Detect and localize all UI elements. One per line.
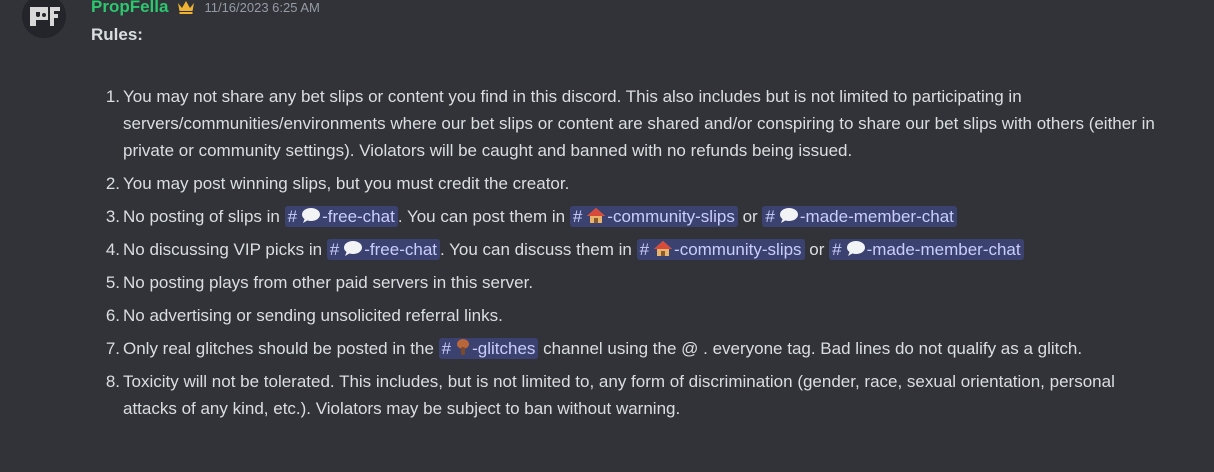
speech-bubble-icon xyxy=(846,241,865,256)
rule-text: channel using the @ . everyone tag. Bad … xyxy=(538,339,1083,358)
rule-text: or xyxy=(809,240,825,259)
rule-text: . You can discuss them in xyxy=(440,240,637,259)
channel-name: -made-member-chat xyxy=(799,207,954,226)
hash-icon: # xyxy=(832,240,842,259)
rules-heading: Rules: xyxy=(91,25,143,44)
rule-text: Toxicity will not be tolerated. This inc… xyxy=(123,372,1115,418)
house-icon xyxy=(654,241,673,256)
timestamp[interactable]: 11/16/2023 6:25 AM xyxy=(204,0,319,15)
rules-list: 1. You may not share any bet slips or co… xyxy=(106,83,1163,428)
rule-text: or xyxy=(742,207,758,226)
channel-mention-community-slips[interactable]: # -community-slips xyxy=(636,239,805,260)
message-header: PropFella 11/16/2023 6:25 AM xyxy=(91,0,320,19)
channel-name: -made-member-chat xyxy=(866,240,1021,259)
list-item: 1. You may not share any bet slips or co… xyxy=(106,83,1163,164)
list-item: 2. You may post winning slips, but you m… xyxy=(106,170,1163,197)
list-number: 7. xyxy=(105,339,120,358)
rule-text: . You can post them in xyxy=(397,207,570,226)
list-item: 4. No discussing VIP picks in # -free-cha… xyxy=(106,236,1163,263)
list-number: 6. xyxy=(105,306,120,325)
house-icon xyxy=(587,208,606,223)
hash-icon: # xyxy=(329,240,340,259)
mushroom-icon xyxy=(457,339,470,355)
rule-text: No posting plays from other paid servers… xyxy=(123,273,534,292)
channel-name: -free-chat xyxy=(322,207,395,226)
chat-message: PropFella 11/16/2023 6:25 AM Rules: 1. Y… xyxy=(0,0,1214,472)
channel-mention-glitches[interactable]: # -glitches xyxy=(438,338,539,359)
hash-icon: # xyxy=(287,207,298,226)
avatar-logo-icon xyxy=(22,0,66,38)
avatar[interactable] xyxy=(22,0,66,38)
list-item: 5. No posting plays from other paid serv… xyxy=(106,269,1163,296)
list-number: 2. xyxy=(105,174,120,193)
channel-name: -community-slips xyxy=(607,207,735,226)
rule-text: No posting of slips in xyxy=(123,207,285,226)
channel-mention-free-chat[interactable]: # -free-chat xyxy=(284,206,398,227)
list-number: 1. xyxy=(105,87,120,106)
channel-name: -free-chat xyxy=(364,240,437,259)
list-number: 8. xyxy=(105,372,120,391)
channel-mention-free-chat[interactable]: # -free-chat xyxy=(326,239,440,260)
rule-text: No discussing VIP picks in xyxy=(123,240,327,259)
speech-bubble-icon xyxy=(344,241,363,256)
hash-icon: # xyxy=(572,207,583,226)
hash-icon: # xyxy=(441,339,452,358)
rule-text: You may not share any bet slips or conte… xyxy=(123,87,1155,160)
list-item: 7. Only real glitches should be posted i… xyxy=(106,335,1163,362)
speech-bubble-icon xyxy=(779,208,798,223)
username[interactable]: PropFella xyxy=(91,0,168,17)
list-item: 3. No posting of slips in # -free-chat. Y… xyxy=(106,203,1163,230)
rule-text: Only real glitches should be posted in t… xyxy=(123,339,439,358)
channel-mention-made-member-chat[interactable]: # -made-member-chat xyxy=(762,206,957,227)
crown-icon xyxy=(178,1,195,14)
list-item: 6. No advertising or sending unsolicited… xyxy=(106,302,1163,329)
list-item: 8. Toxicity will not be tolerated. This … xyxy=(106,368,1163,422)
speech-bubble-icon xyxy=(302,208,321,223)
list-number: 4. xyxy=(105,240,120,259)
channel-name: -glitches xyxy=(472,339,536,358)
list-number: 5. xyxy=(105,273,120,292)
channel-name: -community-slips xyxy=(674,240,802,259)
channel-mention-made-member-chat[interactable]: # -made-member-chat xyxy=(829,239,1024,260)
list-number: 3. xyxy=(105,207,120,226)
rule-text: You may post winning slips, but you must… xyxy=(123,174,570,193)
hash-icon: # xyxy=(765,207,775,226)
rule-text: No advertising or sending unsolicited re… xyxy=(123,306,503,325)
hash-icon: # xyxy=(639,240,650,259)
channel-mention-community-slips[interactable]: # -community-slips xyxy=(569,206,738,227)
